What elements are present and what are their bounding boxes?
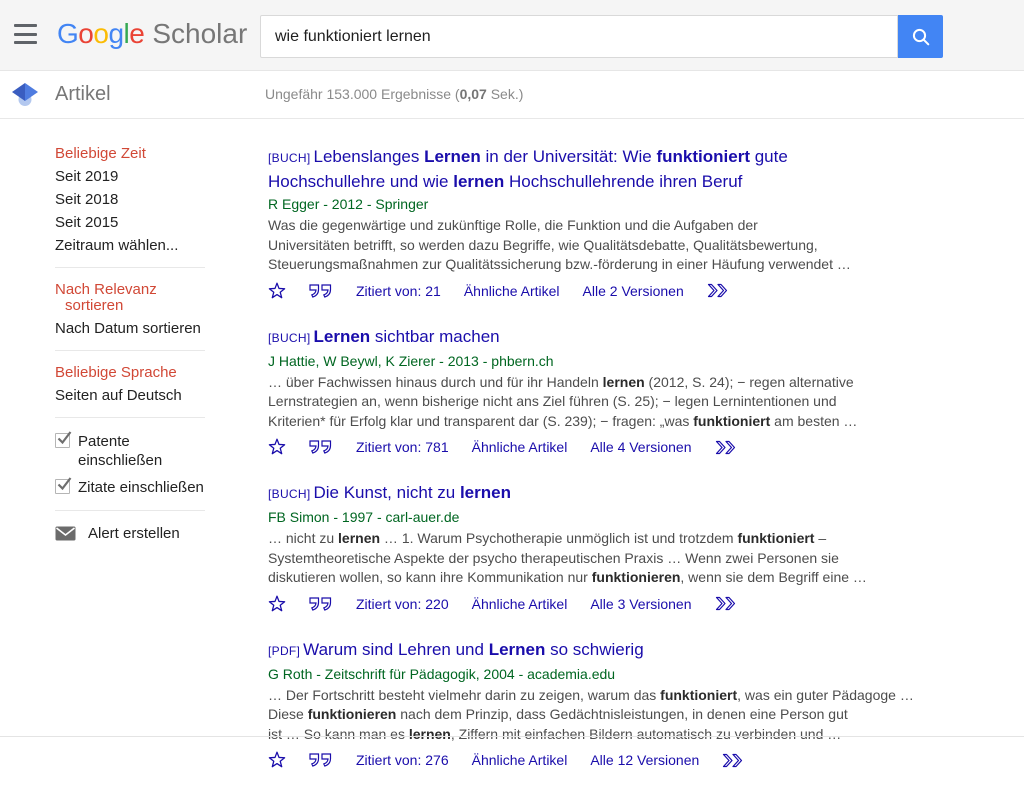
logo-letter: o [93, 18, 108, 50]
filter-since-2015[interactable]: Seit 2015 [55, 215, 268, 231]
result-authors-line[interactable]: G Roth - Zeitschrift für Pädagogik, 2004… [268, 665, 988, 684]
filter-since-2018[interactable]: Seit 2018 [55, 192, 268, 208]
results-list: [BUCH]Lebenslanges Lernen in der Univers… [268, 119, 988, 794]
result-type-tag: [BUCH] [268, 151, 310, 165]
include-citations-checkbox-row[interactable]: Zitate einschließen [55, 478, 268, 497]
logo-letter: e [129, 18, 144, 50]
more-actions-chevrons-icon[interactable] [707, 283, 728, 298]
filter-custom-range[interactable]: Zeitraum wählen... [55, 238, 268, 254]
result-type-tag: [PDF] [268, 644, 300, 658]
related-articles-link[interactable]: Ähnliche Artikel [464, 283, 560, 299]
logo-letter: G [57, 18, 78, 50]
result-actions: Zitiert von: 21 Ähnliche Artikel Alle 2 … [268, 282, 988, 300]
related-articles-link[interactable]: Ähnliche Artikel [472, 752, 568, 768]
search-input[interactable] [260, 15, 898, 58]
result-title-link[interactable]: Lernen sichtbar machen [313, 327, 499, 346]
result-title-link[interactable]: Warum sind Lehren und Lernen so schwieri… [303, 640, 643, 659]
logo-letter: o [78, 18, 93, 50]
save-star-icon[interactable] [268, 282, 286, 300]
save-star-icon[interactable] [268, 438, 286, 456]
result-snippet: … nicht zu lernen … 1. Warum Psychothera… [268, 529, 988, 588]
sidebar-divider [55, 510, 205, 511]
result-title: [BUCH]Die Kunst, nicht zu lernen [268, 481, 988, 506]
search-result: [PDF]Warum sind Lehren und Lernen so sch… [268, 638, 988, 770]
result-title: [BUCH]Lebenslanges Lernen in der Univers… [268, 145, 988, 193]
result-title: [PDF]Warum sind Lehren und Lernen so sch… [268, 638, 988, 663]
header: G o o g l e Scholar [0, 0, 1024, 71]
more-actions-chevrons-icon[interactable] [722, 753, 743, 768]
result-authors-line[interactable]: J Hattie, W Beywl, K Zierer - 2013 - phb… [268, 352, 988, 371]
all-versions-link[interactable]: Alle 2 Versionen [583, 283, 684, 299]
related-articles-link[interactable]: Ähnliche Artikel [472, 439, 568, 455]
include-patents-label: Patente einschließen [78, 432, 162, 470]
results-toolbar: Artikel Ungefähr 153.000 Ergebnisse (0,0… [0, 71, 1024, 119]
cite-quote-icon[interactable] [309, 597, 333, 611]
sort-by-date[interactable]: Nach Datum sortieren [55, 321, 268, 337]
cite-quote-icon[interactable] [309, 753, 333, 767]
result-title-link[interactable]: Lebenslanges Lernen in der Universität: … [268, 147, 788, 191]
stats-text: Sek.) [487, 86, 524, 102]
result-type-tag: [BUCH] [268, 331, 310, 345]
search-result: [BUCH]Die Kunst, nicht zu lernen FB Simo… [268, 481, 988, 613]
search-result: [BUCH]Lernen sichtbar machen J Hattie, W… [268, 325, 988, 457]
menu-hamburger-icon[interactable] [14, 24, 37, 44]
include-patents-checkbox-row[interactable]: Patente einschließen [55, 432, 268, 470]
sidebar-divider [55, 267, 205, 268]
results-stats: Ungefähr 153.000 Ergebnisse (0,07 Sek.) [265, 86, 523, 102]
result-snippet: … über Fachwissen hinaus durch und für i… [268, 373, 988, 432]
stats-time: 0,07 [460, 86, 487, 102]
cite-quote-icon[interactable] [309, 440, 333, 454]
result-actions: Zitiert von: 276 Ähnliche Artikel Alle 1… [268, 751, 988, 769]
more-actions-chevrons-icon[interactable] [715, 596, 736, 611]
scholar-cap-icon [10, 80, 40, 110]
filter-german-pages[interactable]: Seiten auf Deutsch [55, 388, 268, 404]
filters-sidebar: Beliebige Zeit Seit 2019 Seit 2018 Seit … [0, 119, 268, 542]
search-result: [BUCH]Lebenslanges Lernen in der Univers… [268, 145, 988, 300]
google-scholar-logo[interactable]: G o o g l e Scholar [57, 18, 247, 50]
related-articles-link[interactable]: Ähnliche Artikel [472, 596, 568, 612]
cite-quote-icon[interactable] [309, 284, 333, 298]
all-versions-link[interactable]: Alle 3 Versionen [590, 596, 691, 612]
bottom-divider [0, 736, 1024, 737]
envelope-icon [55, 526, 76, 541]
cited-by-link[interactable]: Zitiert von: 21 [356, 283, 441, 299]
save-star-icon[interactable] [268, 751, 286, 769]
result-title: [BUCH]Lernen sichtbar machen [268, 325, 988, 350]
result-actions: Zitiert von: 781 Ähnliche Artikel Alle 4… [268, 438, 988, 456]
stats-text: Ungefähr 153.000 Ergebnisse ( [265, 86, 460, 102]
main-area: Beliebige Zeit Seit 2019 Seit 2018 Seit … [0, 119, 1024, 794]
all-versions-link[interactable]: Alle 4 Versionen [590, 439, 691, 455]
logo-scholar-text: Scholar [152, 18, 247, 50]
checkbox-checked-icon[interactable] [55, 433, 70, 448]
logo-letter: g [108, 18, 123, 50]
sidebar-divider [55, 417, 205, 418]
sidebar-divider [55, 350, 205, 351]
section-label-artikel[interactable]: Artikel [55, 83, 111, 106]
result-actions: Zitiert von: 220 Ähnliche Artikel Alle 3… [268, 595, 988, 613]
search-icon [910, 26, 932, 48]
cited-by-link[interactable]: Zitiert von: 781 [356, 439, 449, 455]
result-type-tag: [BUCH] [268, 487, 310, 501]
cited-by-link[interactable]: Zitiert von: 276 [356, 752, 449, 768]
result-authors-line[interactable]: FB Simon - 1997 - carl-auer.de [268, 508, 988, 527]
checkbox-checked-icon[interactable] [55, 479, 70, 494]
more-actions-chevrons-icon[interactable] [715, 440, 736, 455]
filter-any-language[interactable]: Beliebige Sprache [55, 365, 268, 381]
cited-by-link[interactable]: Zitiert von: 220 [356, 596, 449, 612]
include-citations-label: Zitate einschließen [78, 478, 204, 497]
result-title-link[interactable]: Die Kunst, nicht zu lernen [313, 483, 511, 502]
create-alert-button[interactable]: Alert erstellen [55, 525, 268, 542]
create-alert-label: Alert erstellen [88, 525, 180, 542]
result-authors-line[interactable]: R Egger - 2012 - Springer [268, 195, 988, 214]
sort-by-relevance[interactable]: Nach Relevanz sortieren [55, 282, 173, 314]
filter-since-2019[interactable]: Seit 2019 [55, 169, 268, 185]
search-button[interactable] [898, 15, 943, 58]
save-star-icon[interactable] [268, 595, 286, 613]
result-snippet: Was die gegenwärtige und zukünftige Roll… [268, 216, 988, 275]
filter-any-time[interactable]: Beliebige Zeit [55, 146, 268, 162]
all-versions-link[interactable]: Alle 12 Versionen [590, 752, 699, 768]
